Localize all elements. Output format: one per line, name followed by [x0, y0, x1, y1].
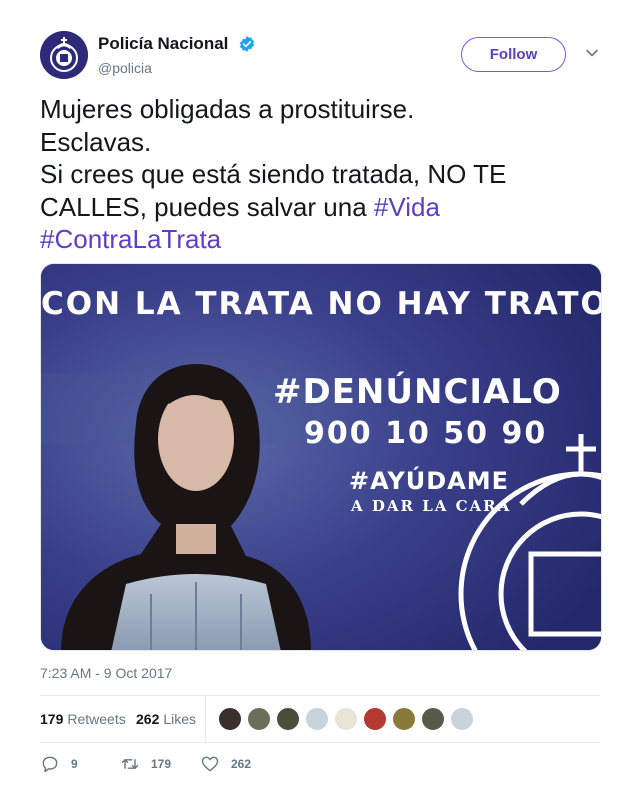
likes-count: 262	[136, 711, 160, 727]
media-hashtag: #DENÚNCIALO	[273, 372, 562, 412]
tweet-actions: 9 179 262	[40, 752, 600, 776]
liker-avatar[interactable]	[247, 707, 271, 731]
retweet-icon	[121, 759, 139, 769]
liker-avatar[interactable]	[392, 707, 416, 731]
reply-button[interactable]: 9	[40, 752, 78, 776]
tweet-line-text: Esclavas.	[40, 126, 152, 157]
media-help-hashtag: #AYÚDAME	[349, 467, 510, 495]
reply-count: 9	[71, 757, 78, 771]
retweet-count: 179	[151, 757, 172, 771]
heart-icon	[201, 756, 219, 772]
media-subtitle: A DAR LA CARA	[351, 497, 512, 515]
media-headline: CON LA TRATA NO HAY TRATO	[41, 286, 602, 322]
liker-avatar[interactable]	[334, 707, 358, 731]
retweets-count: 179	[40, 711, 64, 727]
divider	[40, 742, 600, 743]
tweet-line: CALLES, puedes salvar una #Vida	[40, 191, 600, 224]
like-button[interactable]: 262	[200, 752, 251, 776]
stats-separator	[205, 696, 206, 742]
tweet-text: Mujeres obligadas a prostituirse. Esclav…	[40, 93, 600, 256]
likes-label: Likes	[163, 711, 197, 727]
account-avatar[interactable]	[40, 31, 88, 79]
follow-button[interactable]: Follow	[461, 37, 566, 72]
tweet-line-text: Mujeres obligadas a prostituirse.	[40, 94, 415, 124]
chevron-down-icon[interactable]	[585, 46, 599, 60]
retweets-stat[interactable]: 179 Retweets	[40, 711, 126, 727]
police-emblem-icon	[40, 31, 88, 79]
tweet-line: Mujeres obligadas a prostituirse.	[40, 93, 600, 126]
retweet-button[interactable]: 179	[120, 752, 171, 776]
tweet-line-text: Si crees que está siendo tratada, NO TE	[40, 159, 507, 189]
tweet-line-text: CALLES, puedes salvar una	[40, 191, 374, 222]
hashtag-link[interactable]: #ContraLaTrata	[40, 224, 221, 254]
media-phone-number: 900 10 50 90	[304, 416, 548, 451]
tweet-timestamp[interactable]: 7:23 AM - 9 Oct 2017	[40, 665, 172, 681]
tweet-media-image[interactable]: CON LA TRATA NO HAY TRATO #DENÚNCIALO 90…	[40, 263, 602, 651]
liker-avatar[interactable]	[421, 707, 445, 731]
liker-avatar[interactable]	[363, 707, 387, 731]
retweets-label: Retweets	[67, 711, 126, 727]
like-count: 262	[231, 757, 252, 771]
verified-badge-icon	[239, 36, 254, 52]
liker-avatar[interactable]	[276, 707, 300, 731]
reply-icon	[42, 756, 58, 773]
account-handle[interactable]: @policia	[98, 60, 256, 76]
tweet-line: Si crees que está siendo tratada, NO TE	[40, 158, 600, 191]
tweet-stats: 179 Retweets 262 Likes	[40, 696, 600, 742]
tweet-line: #ContraLaTrata	[40, 223, 600, 256]
likes-stat[interactable]: 262 Likes	[136, 711, 196, 727]
tweet-line: Esclavas.	[40, 126, 600, 159]
liker-avatar[interactable]	[218, 707, 242, 731]
liker-avatar[interactable]	[450, 707, 474, 731]
liker-avatar[interactable]	[305, 707, 329, 731]
account-names: Policía Nacional @policia	[98, 34, 256, 76]
tweet-header: Policía Nacional @policia Follow	[40, 31, 600, 81]
media-artwork	[41, 264, 601, 650]
hashtag-link[interactable]: #Vida	[374, 192, 440, 222]
display-name[interactable]: Policía Nacional	[98, 34, 228, 54]
